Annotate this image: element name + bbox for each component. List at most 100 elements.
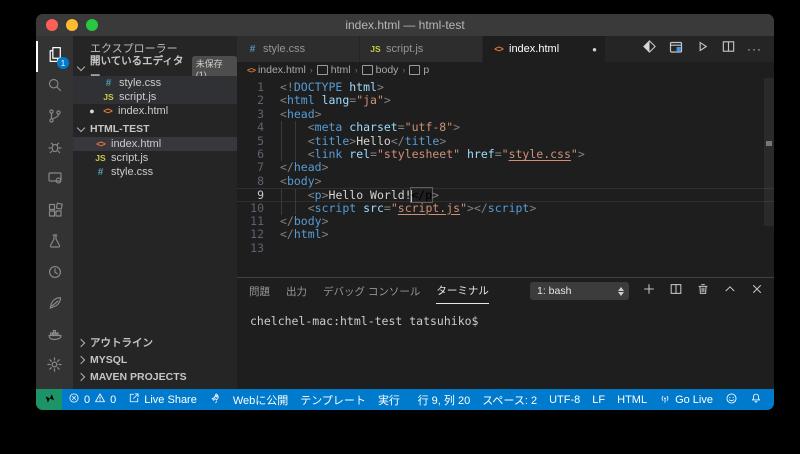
titlebar[interactable]: index.html — html-test	[36, 14, 774, 36]
minimize-window-button[interactable]	[66, 19, 78, 31]
breadcrumb-file[interactable]: <> index.html	[247, 64, 306, 76]
open-editor-style-css[interactable]: # style.css	[73, 76, 237, 90]
live-share-button[interactable]: Live Share	[122, 389, 203, 410]
split-editor-icon[interactable]	[721, 39, 736, 59]
chevron-right-icon: ›	[355, 65, 358, 75]
maximize-panel-icon[interactable]	[723, 282, 737, 301]
run-button[interactable]: 実行	[372, 389, 406, 410]
code-line-11[interactable]: 11</body>	[237, 215, 774, 228]
breadcrumb-body[interactable]: body	[362, 64, 399, 76]
code-line-1[interactable]: 1<!DOCTYPE html>	[237, 81, 774, 94]
language-mode-status[interactable]: HTML	[611, 389, 653, 410]
sidebar-item-search[interactable]	[36, 72, 73, 103]
code-line-4[interactable]: 4 <meta charset="utf-8">	[237, 121, 774, 134]
sidebar-item-test[interactable]	[36, 228, 73, 259]
modified-dot-icon[interactable]: ●	[592, 45, 597, 54]
publish-web-button[interactable]: Webに公開	[227, 389, 294, 410]
dropdown-arrows-icon	[614, 284, 627, 298]
chevron-down-icon	[77, 124, 85, 132]
open-editor-index-html[interactable]: ● <> index.html	[73, 104, 237, 118]
open-editor-script-js[interactable]: JS script.js	[73, 90, 237, 104]
line-content: <html lang="ja">	[264, 94, 391, 107]
tab-debug-console[interactable]: デバッグ コンソール	[323, 278, 420, 304]
tab-problems[interactable]: 問題	[249, 278, 270, 304]
feedback-button[interactable]	[719, 389, 744, 410]
code-line-7[interactable]: 7</head>	[237, 161, 774, 174]
code-line-3[interactable]: 3<head>	[237, 108, 774, 121]
outline-section-header[interactable]: アウトライン	[73, 334, 237, 351]
line-content	[264, 242, 280, 255]
live-share-label: Live Share	[144, 394, 197, 406]
go-live-button[interactable]: Go Live	[653, 389, 719, 410]
indentation-status[interactable]: スペース: 2	[476, 389, 543, 410]
source-control-icon	[47, 108, 63, 129]
beautify-icon[interactable]	[642, 39, 657, 59]
code-line-10[interactable]: 10 <script src="script.js"></script>	[237, 202, 774, 215]
tab-script-js[interactable]: JS script.js	[360, 36, 483, 62]
sidebar-item-explorer[interactable]: 1	[36, 41, 73, 72]
new-terminal-icon[interactable]	[642, 282, 656, 301]
css-file-icon: #	[247, 44, 258, 55]
tab-style-css[interactable]: # style.css	[237, 36, 360, 62]
tree-item-script-js[interactable]: JS script.js	[73, 151, 237, 165]
sidebar-item-live-server[interactable]	[36, 290, 73, 321]
code-line-5[interactable]: 5 <title>Hello</title>	[237, 135, 774, 148]
problems-status[interactable]: 0 0	[62, 389, 122, 410]
sidebar-item-remote-explorer[interactable]	[36, 165, 73, 196]
shell-selector-dropdown[interactable]: 1: bash	[530, 282, 629, 300]
tree-item-style-css[interactable]: # style.css	[73, 165, 237, 179]
terminal-output[interactable]: chelchel-mac:html-test tatsuhiko$	[237, 304, 774, 389]
bottom-panel: 問題 出力 デバッグ コンソール ターミナル 1: bash	[237, 277, 774, 389]
sidebar-item-debug[interactable]	[36, 134, 73, 165]
warning-icon	[94, 392, 106, 407]
fullscreen-window-button[interactable]	[86, 19, 98, 31]
eol-status[interactable]: LF	[586, 389, 611, 410]
sidebar-item-timeline[interactable]	[36, 259, 73, 290]
folder-section-header[interactable]: HTML-TEST	[73, 121, 237, 137]
section-label: MAVEN PROJECTS	[90, 371, 187, 383]
kill-terminal-icon[interactable]	[696, 282, 710, 301]
code-editor[interactable]: 1<!DOCTYPE html>2<html lang="ja">3<head>…	[237, 78, 774, 277]
maven-projects-section-header[interactable]: MAVEN PROJECTS	[73, 368, 237, 385]
line-number: 8	[237, 175, 264, 188]
breadcrumb-p[interactable]: p	[409, 64, 429, 76]
manage-button[interactable]	[36, 352, 73, 383]
breadcrumb-html[interactable]: html	[317, 64, 351, 76]
code-line-2[interactable]: 2<html lang="ja">	[237, 94, 774, 107]
code-line-6[interactable]: 6 <link rel="stylesheet" href="style.css…	[237, 148, 774, 161]
tree-item-index-html[interactable]: <> index.html	[73, 137, 237, 151]
tab-terminal[interactable]: ターミナル	[436, 278, 489, 304]
tab-output[interactable]: 出力	[286, 278, 307, 304]
sidebar-item-source-control[interactable]	[36, 103, 73, 134]
remote-indicator[interactable]	[36, 389, 62, 410]
sidebar-item-extensions[interactable]	[36, 196, 73, 227]
more-actions-icon[interactable]: ···	[747, 42, 762, 56]
search-icon	[47, 77, 63, 98]
mysql-section-header[interactable]: MYSQL	[73, 351, 237, 368]
notifications-button[interactable]	[744, 389, 768, 410]
code-line-9[interactable]: 9 <p>Hello World!</p>	[237, 188, 774, 201]
line-number: 3	[237, 108, 264, 121]
panel-tab-bar: 問題 出力 デバッグ コンソール ターミナル 1: bash	[237, 278, 774, 304]
split-terminal-icon[interactable]	[669, 282, 683, 301]
encoding-status[interactable]: UTF-8	[543, 389, 586, 410]
sidebar-item-docker[interactable]	[36, 321, 73, 352]
deploy-button[interactable]	[203, 389, 227, 410]
code-line-12[interactable]: 12</html>	[237, 228, 774, 241]
cursor-position-status[interactable]: 行 9, 列 20	[412, 389, 477, 410]
code-line-8[interactable]: 8<body>	[237, 175, 774, 188]
overview-ruler-marker	[766, 141, 772, 146]
tab-label: index.html	[509, 43, 559, 55]
code-line-13[interactable]: 13	[237, 242, 774, 255]
close-panel-icon[interactable]	[750, 282, 764, 301]
run-code-icon[interactable]	[695, 39, 710, 59]
open-editors-section-header[interactable]: 開いているエディター 未保存 (1)	[73, 60, 237, 76]
tab-index-html[interactable]: <> index.html ●	[483, 36, 606, 62]
editor-tab-bar: # style.css JS script.js <> index.html ●	[237, 36, 774, 62]
chevron-right-icon	[77, 372, 85, 380]
open-in-browser-icon[interactable]	[668, 39, 684, 60]
editor-scrollbar[interactable]	[764, 78, 774, 226]
close-window-button[interactable]	[46, 19, 58, 31]
template-button[interactable]: テンプレート	[294, 389, 372, 410]
line-content: </body>	[264, 215, 329, 228]
